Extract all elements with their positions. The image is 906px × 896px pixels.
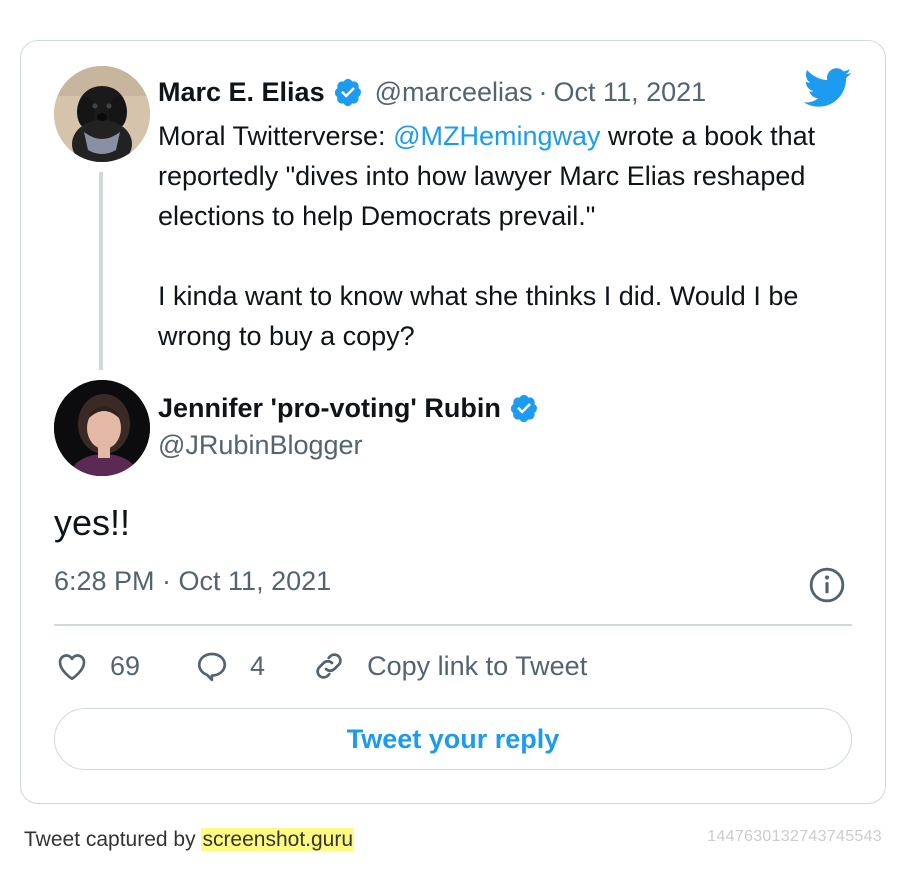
reply-timestamp[interactable]: 6:28 PM · Oct 11, 2021 (54, 566, 331, 597)
reply-action-button[interactable]: 4 (194, 648, 265, 684)
parent-text-question: I kinda want to know what she thinks I d… (158, 281, 799, 351)
action-bar: 69 4 Copy link to Tweet (54, 644, 587, 688)
parent-author-handle[interactable]: @marceelias (375, 77, 533, 108)
info-icon[interactable] (808, 566, 846, 604)
reply-tweet-text: yes!! (54, 502, 131, 543)
screenshot-guru-link[interactable]: screenshot.guru (201, 828, 355, 851)
reply-count: 4 (250, 650, 266, 681)
reply-tweet-header: Jennifer 'pro-voting' Rubin (158, 390, 539, 426)
like-count: 69 (110, 650, 141, 681)
parent-tweet-date[interactable]: Oct 11, 2021 (554, 77, 707, 108)
divider (54, 624, 852, 626)
twitter-bird-icon[interactable] (804, 68, 852, 108)
separator-dot: · (538, 76, 548, 107)
parent-author-name[interactable]: Marc E. Elias (158, 77, 325, 108)
tweet-id: 1447630132743745543 (707, 828, 882, 845)
avatar-jennifer-rubin[interactable] (54, 380, 150, 476)
footer-credit: Tweet captured by screenshot.guru (24, 828, 355, 852)
parent-tweet-header: Marc E. Elias @marceelias · Oct 11, 2021 (158, 74, 706, 110)
copy-link-button[interactable]: Copy link to Tweet (311, 648, 587, 684)
avatar-marc-elias[interactable] (54, 66, 150, 162)
verified-badge-icon (510, 394, 537, 423)
link-icon (316, 653, 342, 679)
parent-text-intro: Moral Twitterverse: (158, 121, 394, 151)
heart-icon (58, 654, 86, 681)
speech-bubble-icon (197, 652, 227, 682)
thread-connector-line (99, 172, 103, 370)
captured-by-text: Tweet captured by (24, 828, 202, 851)
tweet-your-reply-button[interactable]: Tweet your reply (54, 708, 852, 770)
mention-link[interactable]: @MZHemingway (393, 121, 600, 151)
reply-author-name[interactable]: Jennifer 'pro-voting' Rubin (158, 393, 501, 424)
reply-author-handle[interactable]: @JRubinBlogger (158, 430, 363, 461)
like-button[interactable]: 69 (54, 648, 140, 684)
verified-badge-icon (334, 78, 361, 107)
parent-tweet-text: Moral Twitterverse: @MZHemingway wrote a… (158, 116, 848, 356)
copy-link-label: Copy link to Tweet (367, 650, 588, 681)
